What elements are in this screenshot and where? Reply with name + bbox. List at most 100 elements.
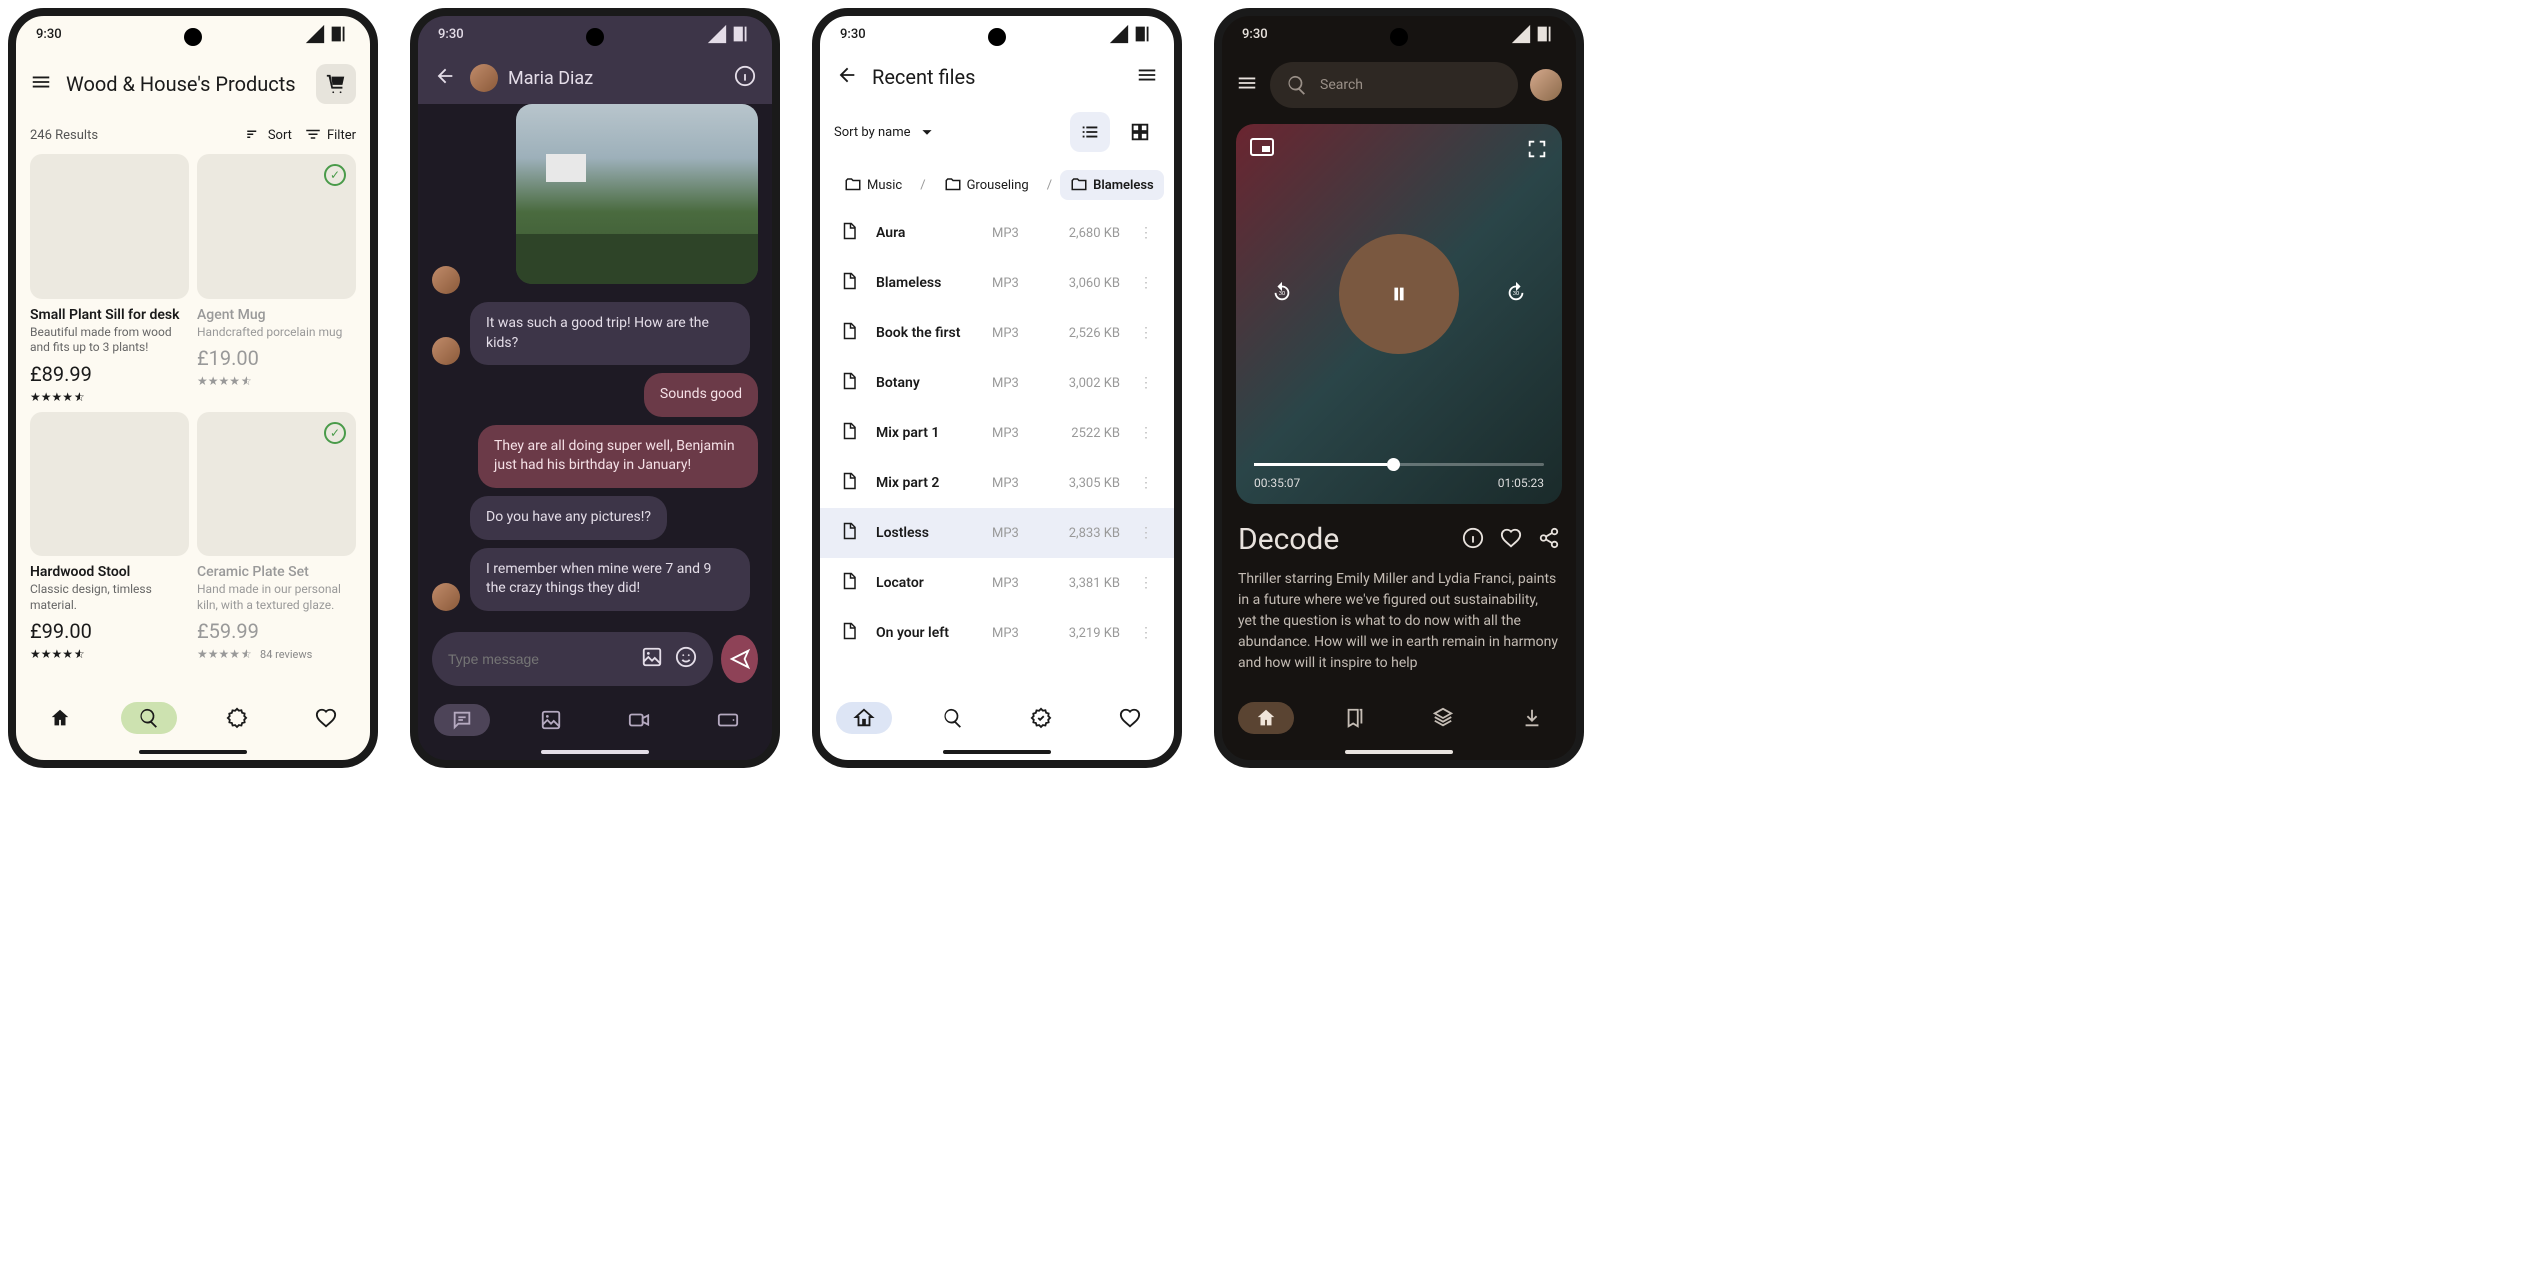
grid-view-button[interactable] <box>1120 112 1160 152</box>
file-row[interactable]: Book the first MP3 2,526 KB ⋮ <box>820 308 1174 358</box>
file-menu-icon[interactable]: ⋮ <box>1138 375 1154 391</box>
file-row[interactable]: Blameless MP3 3,060 KB ⋮ <box>820 258 1174 308</box>
message-bubble[interactable]: Sounds good <box>644 373 758 417</box>
nav-bookmarks[interactable] <box>1327 702 1383 734</box>
rewind-30-icon[interactable]: 30 <box>1271 281 1293 307</box>
nav-home[interactable] <box>1238 702 1294 734</box>
image-attach-icon[interactable] <box>641 646 663 672</box>
product-image <box>30 412 189 557</box>
file-menu-icon[interactable]: ⋮ <box>1138 625 1154 641</box>
fullscreen-icon[interactable] <box>1526 138 1548 164</box>
forward-30-icon[interactable]: 30 <box>1505 281 1527 307</box>
nav-photos[interactable] <box>523 704 579 736</box>
product-name: Agent Mug <box>197 307 356 323</box>
file-row[interactable]: Botany MP3 3,002 KB ⋮ <box>820 358 1174 408</box>
menu-icon[interactable] <box>1236 72 1258 98</box>
page-title: Recent files <box>872 65 1122 89</box>
nav-deals[interactable] <box>209 702 265 734</box>
product-card[interactable]: Hardwood Stool Classic design, timless m… <box>30 412 189 662</box>
file-row[interactable]: Aura MP3 2,680 KB ⋮ <box>820 208 1174 258</box>
product-image: ✓ <box>197 412 356 557</box>
product-price: £19.00 <box>197 346 356 370</box>
product-image: ✓ <box>197 154 356 299</box>
file-menu-icon[interactable]: ⋮ <box>1138 325 1154 341</box>
file-icon <box>840 622 858 644</box>
favorite-icon[interactable] <box>1500 527 1522 553</box>
product-card[interactable]: ✓ Ceramic Plate Set Hand made in our per… <box>197 412 356 662</box>
breadcrumb-item[interactable]: Blameless <box>1060 170 1164 200</box>
file-menu-icon[interactable]: ⋮ <box>1138 525 1154 541</box>
product-desc: Handcrafted porcelain mug <box>197 325 356 341</box>
search-icon <box>1286 74 1308 96</box>
file-menu-icon[interactable]: ⋮ <box>1138 575 1154 591</box>
file-icon <box>840 472 858 494</box>
file-name: Botany <box>876 375 974 391</box>
search-box[interactable]: Search <box>1270 62 1518 108</box>
nav-layers[interactable] <box>1415 702 1471 734</box>
file-row[interactable]: On your left MP3 3,219 KB ⋮ <box>820 608 1174 658</box>
file-size: 3,305 KB <box>1050 476 1120 491</box>
list-view-button[interactable] <box>1070 112 1110 152</box>
menu-icon[interactable] <box>30 71 52 97</box>
cart-button[interactable] <box>316 64 356 104</box>
nav-favorites[interactable] <box>1102 702 1158 734</box>
file-name: Locator <box>876 575 974 591</box>
back-icon[interactable] <box>434 65 456 91</box>
message-image[interactable] <box>516 104 758 284</box>
product-rating: ★★★★☆★ <box>197 374 356 388</box>
nav-home[interactable] <box>32 702 88 734</box>
file-size: 2,680 KB <box>1050 226 1120 241</box>
file-menu-icon[interactable]: ⋮ <box>1138 275 1154 291</box>
nav-payment[interactable] <box>700 704 756 736</box>
file-row[interactable]: Locator MP3 3,381 KB ⋮ <box>820 558 1174 608</box>
product-desc: Classic design, timless material. <box>30 582 189 613</box>
time-elapsed: 00:35:07 <box>1254 476 1300 490</box>
filter-button[interactable]: Filter <box>304 126 356 144</box>
file-type: MP3 <box>992 426 1032 441</box>
nav-search[interactable] <box>121 702 177 734</box>
pip-icon[interactable] <box>1250 138 1274 156</box>
file-row[interactable]: Mix part 2 MP3 3,305 KB ⋮ <box>820 458 1174 508</box>
share-icon[interactable] <box>1538 527 1560 553</box>
message-bubble[interactable]: Do you have any pictures!? <box>470 496 667 540</box>
profile-avatar[interactable] <box>1530 69 1562 101</box>
nav-download[interactable] <box>1504 702 1560 734</box>
file-row[interactable]: Mix part 1 MP3 2522 KB ⋮ <box>820 408 1174 458</box>
nav-favorites[interactable] <box>298 702 354 734</box>
nav-search[interactable] <box>925 702 981 734</box>
nav-chat[interactable] <box>434 704 490 736</box>
send-button[interactable] <box>721 635 758 683</box>
status-icons <box>304 23 350 45</box>
sort-button[interactable]: Sort <box>245 126 292 144</box>
contact-avatar <box>470 64 498 92</box>
info-icon[interactable] <box>734 65 756 91</box>
product-card[interactable]: Small Plant Sill for desk Beautiful made… <box>30 154 189 404</box>
check-icon: ✓ <box>324 422 346 444</box>
emoji-icon[interactable] <box>675 646 697 672</box>
message-input[interactable] <box>448 651 629 667</box>
back-icon[interactable] <box>836 64 858 90</box>
message-bubble[interactable]: They are all doing super well, Benjamin … <box>478 425 758 488</box>
product-card[interactable]: ✓ Agent Mug Handcrafted porcelain mug £1… <box>197 154 356 404</box>
file-row[interactable]: Lostless MP3 2,833 KB ⋮ <box>820 508 1174 558</box>
file-name: Aura <box>876 225 974 241</box>
breadcrumb-item[interactable]: Music <box>834 170 912 200</box>
message-bubble[interactable]: I remember when mine were 7 and 9 the cr… <box>470 548 750 611</box>
nav-verified[interactable] <box>1013 702 1069 734</box>
nav-video[interactable] <box>611 704 667 736</box>
sort-dropdown[interactable]: Sort by name <box>834 121 1060 143</box>
nav-home[interactable] <box>836 702 892 734</box>
info-icon[interactable] <box>1462 527 1484 553</box>
breadcrumb-item[interactable]: Grouseling <box>934 170 1039 200</box>
message-bubble[interactable]: It was such a good trip! How are the kid… <box>470 302 750 365</box>
file-size: 2,526 KB <box>1050 326 1120 341</box>
menu-icon[interactable] <box>1136 64 1158 90</box>
pause-button[interactable] <box>1339 234 1459 354</box>
file-menu-icon[interactable]: ⋮ <box>1138 425 1154 441</box>
progress-bar[interactable] <box>1254 463 1544 466</box>
file-icon <box>840 222 858 244</box>
file-icon <box>840 572 858 594</box>
file-menu-icon[interactable]: ⋮ <box>1138 225 1154 241</box>
file-menu-icon[interactable]: ⋮ <box>1138 475 1154 491</box>
video-player[interactable]: 30 30 00:35:0701:05:23 <box>1236 124 1562 504</box>
